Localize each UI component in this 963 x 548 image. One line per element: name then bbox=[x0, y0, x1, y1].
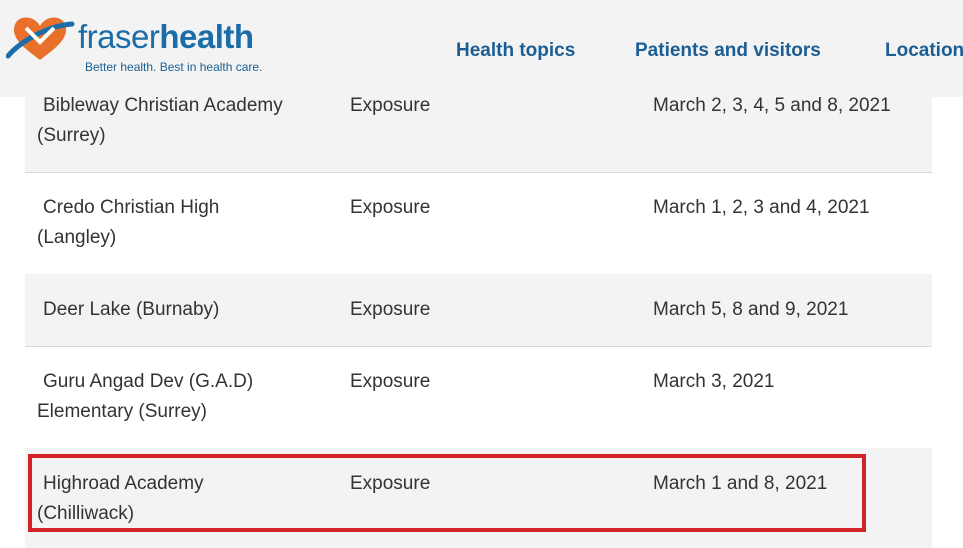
exposure-dates: March 3, 2021 bbox=[653, 371, 775, 392]
brand-name-light: fraser bbox=[78, 18, 160, 55]
school-name-line1: Credo Christian High bbox=[43, 197, 220, 218]
table-row: Bibleway Christian Academy (Surrey) Expo… bbox=[25, 90, 932, 173]
brand-name-bold: health bbox=[159, 18, 254, 55]
nav-health-topics[interactable]: Health topics bbox=[456, 40, 575, 62]
fraserhealth-logo[interactable]: fraserhealth Better health. Best in heal… bbox=[6, 10, 262, 80]
school-name: Guru Angad Dev (G.A.D) Elementary (Surre… bbox=[37, 367, 343, 427]
heart-logo-icon bbox=[6, 17, 75, 61]
school-name-line1: Guru Angad Dev (G.A.D) bbox=[43, 371, 254, 392]
brand-tagline: Better health. Best in health care. bbox=[85, 60, 263, 74]
site-header: fraserhealth Better health. Best in heal… bbox=[0, 0, 963, 97]
exposure-dates: March 5, 8 and 9, 2021 bbox=[653, 299, 849, 320]
school-name-line1: Deer Lake (Burnaby) bbox=[43, 299, 220, 320]
exposure-dates: March 1, 2, 3 and 4, 2021 bbox=[653, 197, 870, 218]
school-name-line2: (Surrey) bbox=[37, 125, 106, 146]
table-row: Guru Angad Dev (G.A.D) Elementary (Surre… bbox=[25, 346, 932, 449]
highlight-box bbox=[28, 454, 866, 532]
school-name-line2: (Langley) bbox=[37, 227, 117, 248]
school-name-line2: Elementary (Surrey) bbox=[37, 401, 207, 422]
school-name-line1: Bibleway Christian Academy bbox=[43, 95, 283, 116]
nav-patients-and-visitors[interactable]: Patients and visitors bbox=[635, 40, 821, 62]
nav-locations[interactable]: Locations bbox=[885, 40, 963, 62]
school-name: Credo Christian High (Langley) bbox=[37, 193, 343, 253]
exposure-type: Exposure bbox=[350, 197, 431, 218]
school-name: Bibleway Christian Academy (Surrey) bbox=[37, 91, 343, 151]
school-name: Deer Lake (Burnaby) bbox=[43, 295, 343, 325]
table-row: Credo Christian High (Langley) Exposure … bbox=[25, 172, 932, 275]
table-row: Deer Lake (Burnaby) Exposure March 5, 8 … bbox=[25, 274, 932, 347]
exposure-type: Exposure bbox=[350, 371, 431, 392]
brand-name: fraserhealth bbox=[78, 20, 254, 53]
exposure-type: Exposure bbox=[350, 299, 431, 320]
